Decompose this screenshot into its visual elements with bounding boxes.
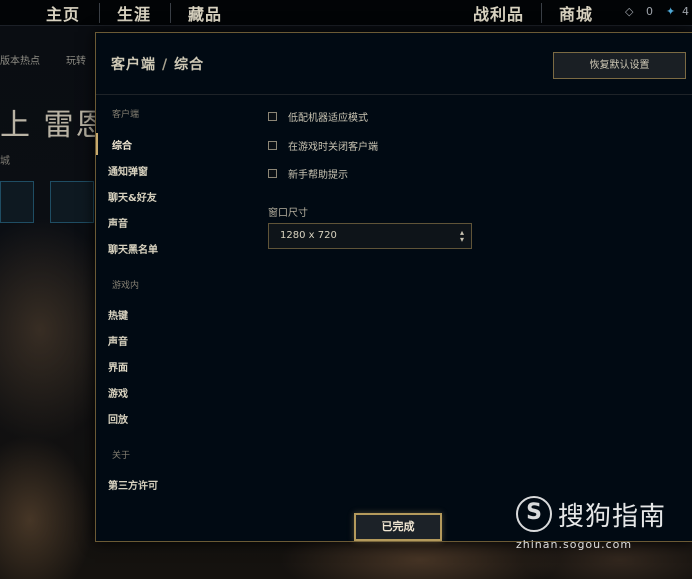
modal-header: 客户端 / 综合 恢复默认设置 <box>96 33 692 95</box>
background-card <box>50 181 94 223</box>
sogou-logo-icon: S <box>516 496 552 532</box>
background-caption: 城 <box>0 156 10 167</box>
restore-defaults-button[interactable]: 恢复默认设置 <box>553 52 686 79</box>
sogou-logo-letter: S <box>526 500 542 525</box>
nav-career[interactable]: 生涯 <box>117 1 151 25</box>
active-indicator <box>96 133 98 155</box>
blue-essence-icon: ◇ <box>625 5 634 18</box>
nav-divider <box>99 3 100 23</box>
breadcrumb-section: 客户端 <box>111 57 156 73</box>
top-nav: 主页 生涯 藏品 战利品 商城 ◇ 0 ✦ 4 <box>0 0 692 26</box>
breadcrumb-separator: / <box>162 57 169 73</box>
subnav-play[interactable]: 玩转 <box>66 52 86 67</box>
section-title-client: 客户端 <box>112 110 140 120</box>
sidebar-item-third-party[interactable]: 第三方许可 <box>108 477 158 492</box>
section-title-ingame: 游戏内 <box>112 281 140 291</box>
option-tutorial-tips[interactable]: 新手帮助提示 <box>268 166 348 181</box>
nav-divider <box>170 3 171 23</box>
rp-count: 4 <box>682 5 689 18</box>
section-title-about: 关于 <box>112 451 131 461</box>
sidebar-item-notifications[interactable]: 通知弹窗 <box>108 163 148 178</box>
sidebar-item-game[interactable]: 游戏 <box>108 385 128 400</box>
background-headline: 上 雷恩 <box>0 108 108 143</box>
sidebar-item-general[interactable]: 综合 <box>112 137 132 152</box>
nav-collection[interactable]: 藏品 <box>188 1 222 25</box>
watermark-url: zhinan.sogou.com <box>516 538 633 551</box>
breadcrumb: 客户端 / 综合 <box>111 54 204 74</box>
option-close-client-in-game[interactable]: 在游戏时关闭客户端 <box>268 138 378 153</box>
sogou-watermark: S 搜狗指南 zhinan.sogou.com <box>516 493 686 555</box>
general-settings-panel: 低配机器适应模式 在游戏时关闭客户端 新手帮助提示 窗口尺寸 1280 x 72… <box>268 95 688 535</box>
option-low-spec-mode[interactable]: 低配机器适应模式 <box>268 109 368 124</box>
done-button[interactable]: 已完成 <box>354 513 442 541</box>
nav-store[interactable]: 商城 <box>559 1 593 25</box>
sidebar-item-chat-friends[interactable]: 聊天&好友 <box>108 189 157 204</box>
settings-sidebar: 客户端 综合 通知弹窗 聊天&好友 声音 聊天黑名单 游戏内 热键 声音 界面 … <box>96 95 246 535</box>
sidebar-item-chat-blocklist[interactable]: 聊天黑名单 <box>108 241 158 256</box>
rp-icon: ✦ <box>666 5 676 18</box>
blue-essence-count: 0 <box>646 5 653 18</box>
background-card <box>0 181 34 223</box>
sidebar-item-replays[interactable]: 回放 <box>108 411 128 426</box>
sidebar-item-client-sound[interactable]: 声音 <box>108 215 128 230</box>
nav-home[interactable]: 主页 <box>46 1 80 25</box>
window-size-label: 窗口尺寸 <box>268 208 308 219</box>
nav-divider <box>541 3 542 23</box>
sidebar-item-interface[interactable]: 界面 <box>108 359 128 374</box>
breadcrumb-page: 综合 <box>174 57 205 73</box>
window-size-select[interactable]: 1280 x 720 ▴ ▾ <box>268 223 472 249</box>
option-label: 新手帮助提示 <box>288 169 348 181</box>
option-label: 低配机器适应模式 <box>288 112 368 124</box>
settings-modal: 客户端 / 综合 恢复默认设置 客户端 综合 通知弹窗 聊天&好友 声音 聊天黑名单… <box>95 32 692 542</box>
checkbox[interactable] <box>268 168 277 178</box>
checkbox[interactable] <box>268 140 277 150</box>
option-label: 在游戏时关闭客户端 <box>288 141 378 153</box>
watermark-text: 搜狗指南 <box>558 502 667 532</box>
window-size-value: 1280 x 720 <box>280 230 337 241</box>
subnav-patch-notes[interactable]: 版本热点 <box>0 52 40 67</box>
nav-loot[interactable]: 战利品 <box>473 1 524 25</box>
checkbox[interactable] <box>268 111 277 121</box>
sidebar-item-ingame-sound[interactable]: 声音 <box>108 333 128 348</box>
sidebar-item-hotkeys[interactable]: 热键 <box>108 307 128 322</box>
select-arrows-icon: ▴ ▾ <box>459 228 464 244</box>
